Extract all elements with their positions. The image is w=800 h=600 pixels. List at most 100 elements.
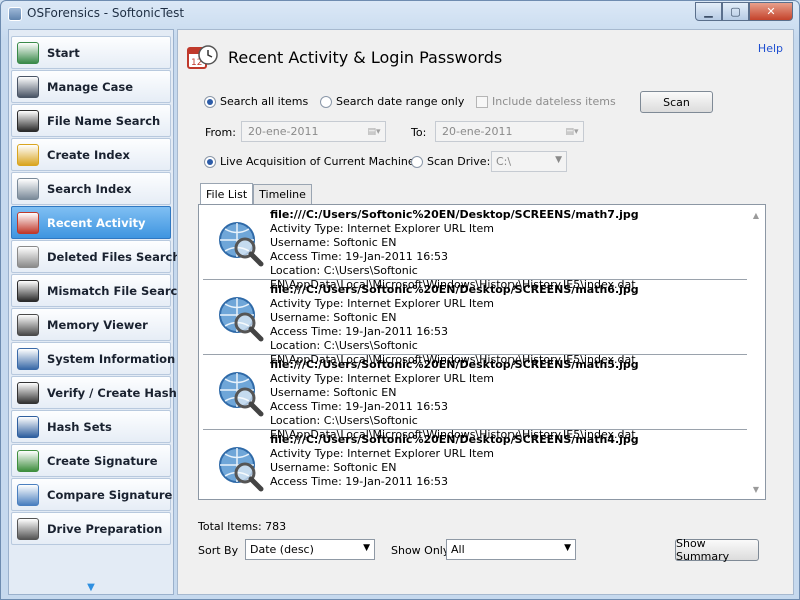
entry-details: file:///C:/Users/Softonic%20EN/Desktop/S… [270, 208, 747, 292]
globe-search-icon [219, 297, 264, 342]
from-date-picker[interactable]: 20-ene-2011 ▤▾ [241, 121, 386, 142]
scan-button[interactable]: Scan [640, 91, 713, 113]
entry-path: file:///C:/Users/Softonic%20EN/Desktop/S… [270, 208, 639, 221]
entry-type: Activity Type: Internet Explorer URL Ite… [270, 222, 494, 235]
scan-drive-option[interactable]: Scan Drive: [411, 155, 490, 168]
sidebar-item-create-signature[interactable]: Create Signature [11, 444, 171, 477]
sidebar-item-search-index[interactable]: Search Index [11, 172, 171, 205]
globe-search-icon [219, 222, 264, 267]
sidebar-item-label: Search Index [47, 181, 132, 196]
close-button[interactable]: ✕ [749, 2, 793, 21]
help-link[interactable]: Help [758, 42, 783, 55]
chevron-down-icon: ▼ [555, 155, 562, 165]
sidebar-item-recent-activity[interactable]: Recent Activity [11, 206, 171, 239]
start-icon [17, 41, 39, 64]
entry-details: file:///C:/Users/Softonic%20EN/Desktop/S… [270, 433, 639, 489]
sidebar-item-label: System Information [47, 351, 176, 366]
include-dateless-label: Include dateless items [492, 95, 616, 108]
page-title: Recent Activity & Login Passwords [228, 48, 503, 67]
sidebar-item-compare-signature[interactable]: Compare Signature [11, 478, 173, 511]
sidebar-item-label: Compare Signature [47, 487, 173, 502]
computer-icon [17, 347, 39, 370]
magnifier-icon [17, 177, 39, 200]
sort-by-label: Sort By [198, 544, 239, 557]
sidebar-item-memory-viewer[interactable]: Memory Viewer [11, 308, 171, 341]
title-bar: OSForensics - SoftonicTest ▁ ▢ ✕ [1, 1, 799, 27]
search-all-radio[interactable] [204, 95, 216, 108]
briefcase-icon [17, 75, 39, 98]
sidebar-item-label: Hash Sets [47, 419, 112, 434]
sidebar-item-file-name-search[interactable]: File Name Search [11, 104, 171, 137]
minimize-button[interactable]: ▁ [695, 2, 722, 21]
entry-type: Activity Type: Internet Explorer URL Ite… [270, 447, 494, 460]
sidebar-item-mismatch-file-search[interactable]: Mismatch File Search [11, 274, 186, 307]
entry-user: Username: Softonic EN [270, 236, 397, 249]
sidebar-item-manage-case[interactable]: Manage Case [11, 70, 171, 103]
maximize-button[interactable]: ▢ [722, 2, 749, 21]
sidebar-item-hash-sets[interactable]: Hash Sets [11, 410, 171, 443]
sidebar-item-label: Mismatch File Search [47, 283, 186, 298]
sort-by-select[interactable]: Date (desc) ▼ [245, 539, 375, 560]
sidebar-scroll-down-icon[interactable]: ▼ [9, 580, 173, 594]
from-date-value: 20-ene-2011 [248, 125, 319, 138]
calendar-dropdown-icon[interactable]: ▤▾ [564, 125, 580, 138]
entry-time: Access Time: 19-Jan-2011 16:53 [270, 400, 448, 413]
hash-sets-icon [17, 415, 39, 438]
list-scrollbar[interactable]: ▲ ▼ [749, 207, 763, 497]
sidebar-item-label: Recent Activity [47, 215, 146, 230]
search-range-option[interactable]: Search date range only [320, 95, 464, 108]
sidebar-item-verify-create-hash[interactable]: Verify / Create Hash [11, 376, 177, 409]
list-item[interactable]: file:///C:/Users/Softonic%20EN/Desktop/S… [203, 356, 747, 441]
show-only-select[interactable]: All ▼ [446, 539, 576, 560]
sidebar-item-label: File Name Search [47, 113, 161, 128]
view-tabs: File List Timeline [200, 183, 312, 205]
entry-type: Activity Type: Internet Explorer URL Ite… [270, 372, 494, 385]
tab-timeline[interactable]: Timeline [253, 184, 312, 204]
drive-select[interactable]: C:\ ▼ [491, 151, 567, 172]
tab-file-list[interactable]: File List [200, 183, 254, 204]
sidebar-item-create-index[interactable]: Create Index [11, 138, 171, 171]
from-label: From: [205, 126, 236, 139]
live-acquisition-option[interactable]: Live Acquisition of Current Machine [204, 155, 415, 168]
search-range-label: Search date range only [336, 95, 465, 108]
live-acquisition-radio[interactable] [204, 155, 216, 168]
entry-path: file:///C:/Users/Softonic%20EN/Desktop/S… [270, 283, 639, 296]
entry-type: Activity Type: Internet Explorer URL Ite… [270, 297, 494, 310]
entry-time: Access Time: 19-Jan-2011 16:53 [270, 475, 448, 488]
list-item[interactable]: file:///C:/Users/Softonic%20EN/Desktop/S… [203, 206, 747, 291]
calendar-dropdown-icon[interactable]: ▤▾ [366, 125, 382, 138]
signature-icon [17, 449, 39, 472]
to-date-picker[interactable]: 20-ene-2011 ▤▾ [435, 121, 584, 142]
scan-drive-radio[interactable] [411, 155, 423, 168]
scan-drive-label: Scan Drive: [427, 155, 491, 168]
window-title: OSForensics - SoftonicTest [27, 6, 185, 20]
list-item[interactable]: file:///C:/Users/Softonic%20EN/Desktop/S… [203, 281, 747, 366]
list-item[interactable]: file:///C:/Users/Softonic%20EN/Desktop/S… [203, 431, 747, 499]
chevron-down-icon: ▼ [564, 543, 571, 553]
search-range-radio[interactable] [320, 95, 332, 108]
barcode-icon [17, 381, 39, 404]
sidebar-item-label: Drive Preparation [47, 521, 163, 536]
search-all-option[interactable]: Search all items [204, 95, 308, 108]
show-summary-button[interactable]: Show Summary [675, 537, 759, 563]
entry-path: file:///C:/Users/Softonic%20EN/Desktop/S… [270, 433, 639, 446]
binoculars-icon [17, 109, 39, 132]
live-acquisition-label: Live Acquisition of Current Machine [220, 155, 415, 168]
calendar-clock-icon: 12 [187, 45, 218, 69]
show-only-value: All [451, 543, 465, 556]
sort-by-value: Date (desc) [250, 543, 314, 556]
deleted-files-icon [17, 245, 39, 268]
calendar-clock-icon [17, 211, 39, 234]
to-date-value: 20-ene-2011 [442, 125, 513, 138]
binoculars-icon [17, 279, 39, 302]
sidebar-item-system-information[interactable]: System Information [11, 342, 175, 375]
include-dateless-checkbox[interactable] [476, 95, 488, 108]
sidebar-item-start[interactable]: Start [11, 36, 171, 69]
scroll-down-icon[interactable]: ▼ [749, 483, 763, 495]
include-dateless-option[interactable]: Include dateless items [476, 95, 616, 108]
sidebar-item-drive-preparation[interactable]: Drive Preparation [11, 512, 171, 545]
app-icon [8, 7, 22, 21]
scroll-up-icon[interactable]: ▲ [749, 209, 763, 221]
entry-path: file:///C:/Users/Softonic%20EN/Desktop/S… [270, 358, 639, 371]
sidebar-item-deleted-files-search[interactable]: Deleted Files Search [11, 240, 181, 273]
